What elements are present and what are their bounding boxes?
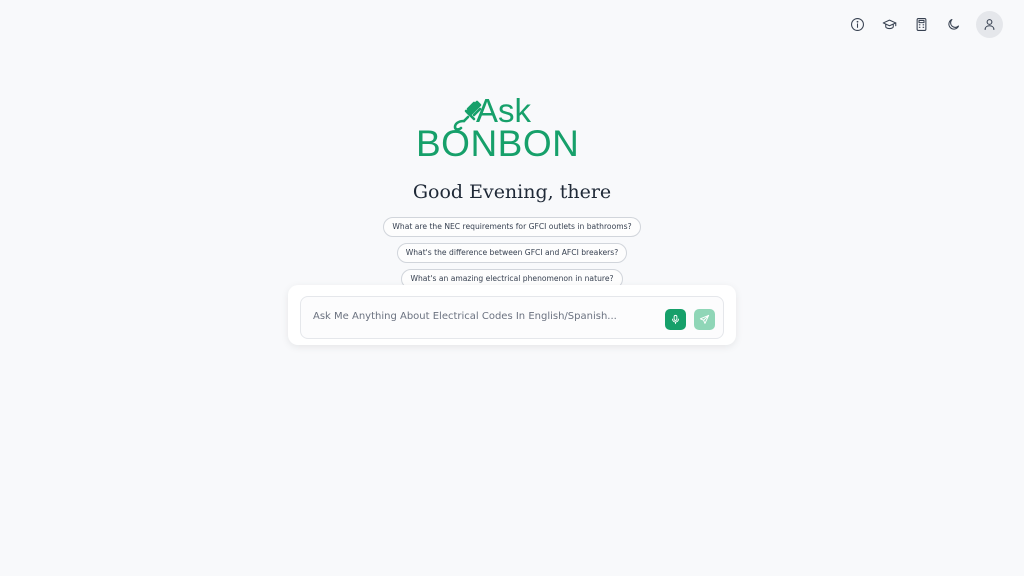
suggestion-chips: What are the NEC requirements for GFCI o…	[0, 217, 1024, 289]
profile-button[interactable]	[976, 11, 1003, 38]
calculator-icon	[916, 18, 926, 31]
calculator-button[interactable]	[908, 12, 934, 38]
graduation-cap-icon	[882, 19, 896, 30]
info-icon	[850, 18, 864, 31]
logo-text-bonbon: BONBON	[416, 123, 580, 164]
chat-input[interactable]	[313, 305, 653, 327]
suggestion-chip[interactable]: What are the NEC requirements for GFCI o…	[383, 217, 641, 237]
greeting-heading: Good Evening, there	[412, 181, 612, 203]
info-button[interactable]	[844, 12, 870, 38]
chat-card	[288, 285, 736, 345]
chat-input-box	[300, 296, 724, 339]
dark-mode-toggle[interactable]	[940, 12, 966, 38]
send-icon	[699, 314, 710, 324]
user-icon	[984, 19, 995, 31]
top-toolbar	[844, 11, 1003, 38]
suggestion-chip[interactable]: What's the difference between GFCI and A…	[396, 243, 628, 263]
send-button[interactable]	[694, 309, 715, 330]
microphone-icon	[672, 314, 679, 325]
learning-button[interactable]	[876, 12, 902, 38]
ask-bonbon-logo: Ask BONBON	[416, 92, 608, 164]
voice-input-button[interactable]	[665, 309, 686, 330]
moon-icon	[947, 18, 959, 30]
